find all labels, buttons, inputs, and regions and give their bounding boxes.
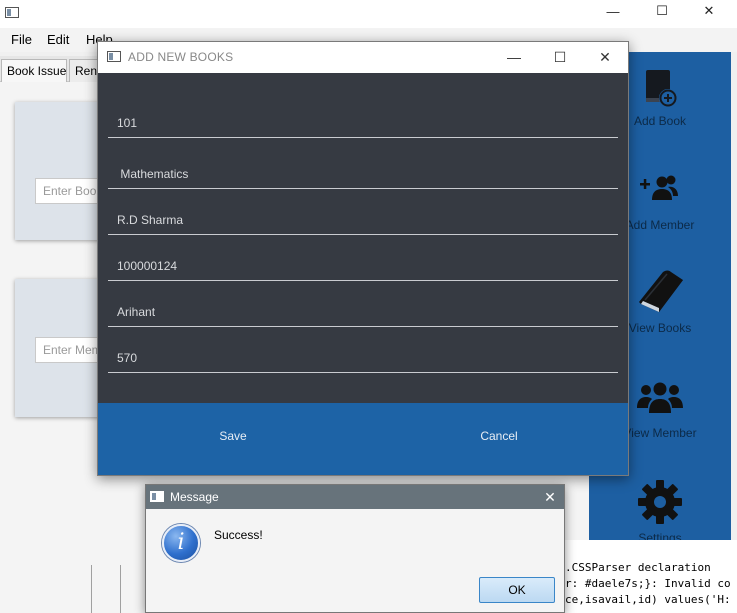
divider — [91, 565, 92, 613]
dialog-app-icon — [107, 51, 121, 62]
book-id-value: 101 — [117, 116, 138, 130]
message-titlebar: Message ✕ — [146, 485, 564, 509]
book-title-field[interactable]: Mathematics — [108, 161, 618, 189]
console-line: r: #daele7s;}: Invalid co — [565, 577, 731, 590]
main-titlebar: — ☐ ✕ — [0, 0, 737, 28]
close-icon[interactable]: ✕ — [694, 1, 724, 23]
divider — [120, 565, 121, 613]
book-title-value: Mathematics — [117, 167, 189, 181]
message-body: i Success! OK — [146, 509, 564, 612]
message-text: Success! — [214, 528, 263, 542]
isbn-value: 100000124 — [117, 259, 178, 273]
close-icon[interactable]: ✕ — [538, 485, 562, 509]
ok-button[interactable]: OK — [479, 577, 555, 603]
tab-book-issue[interactable]: Book Issue — [1, 59, 67, 82]
info-icon: i — [162, 524, 200, 562]
author-value: R.D Sharma — [117, 213, 184, 227]
message-app-icon — [150, 491, 164, 502]
message-dialog: Message ✕ i Success! OK — [145, 484, 565, 613]
dialog-titlebar: ADD NEW BOOKS — ☐ ✕ — [98, 42, 628, 73]
author-field[interactable]: R.D Sharma — [108, 207, 618, 235]
price-field[interactable]: 570 — [108, 345, 618, 373]
publisher-value: Arihant — [117, 305, 156, 319]
cancel-button[interactable]: Cancel — [439, 429, 559, 443]
lower-panel — [0, 565, 150, 613]
minimize-icon[interactable]: — — [598, 2, 628, 24]
price-value: 570 — [117, 351, 138, 365]
isbn-field[interactable]: 100000124 — [108, 253, 618, 281]
dialog-footer: Save Cancel — [98, 403, 628, 475]
gear-icon[interactable] — [589, 479, 731, 528]
dialog-title: ADD NEW BOOKS — [128, 50, 234, 64]
menu-edit[interactable]: Edit — [47, 28, 69, 52]
maximize-icon[interactable]: ☐ — [540, 42, 580, 73]
publisher-field[interactable]: Arihant — [108, 299, 618, 327]
maximize-icon[interactable]: ☐ — [647, 1, 677, 23]
menu-file[interactable]: File — [11, 28, 32, 52]
console-output: .CSSParser declaration r: #daele7s;}: In… — [565, 540, 737, 613]
add-new-books-dialog: ADD NEW BOOKS — ☐ ✕ 101 Mathematics R.D … — [97, 41, 629, 476]
save-button[interactable]: Save — [173, 429, 293, 443]
console-line: .CSSParser declaration — [565, 561, 711, 574]
console-line: ce,isavail,id) values('H: — [565, 593, 731, 606]
message-title: Message — [170, 490, 219, 504]
close-icon[interactable]: ✕ — [585, 42, 625, 73]
book-id-field[interactable]: 101 — [108, 110, 618, 138]
app-icon — [5, 7, 19, 18]
minimize-icon[interactable]: — — [494, 42, 534, 73]
